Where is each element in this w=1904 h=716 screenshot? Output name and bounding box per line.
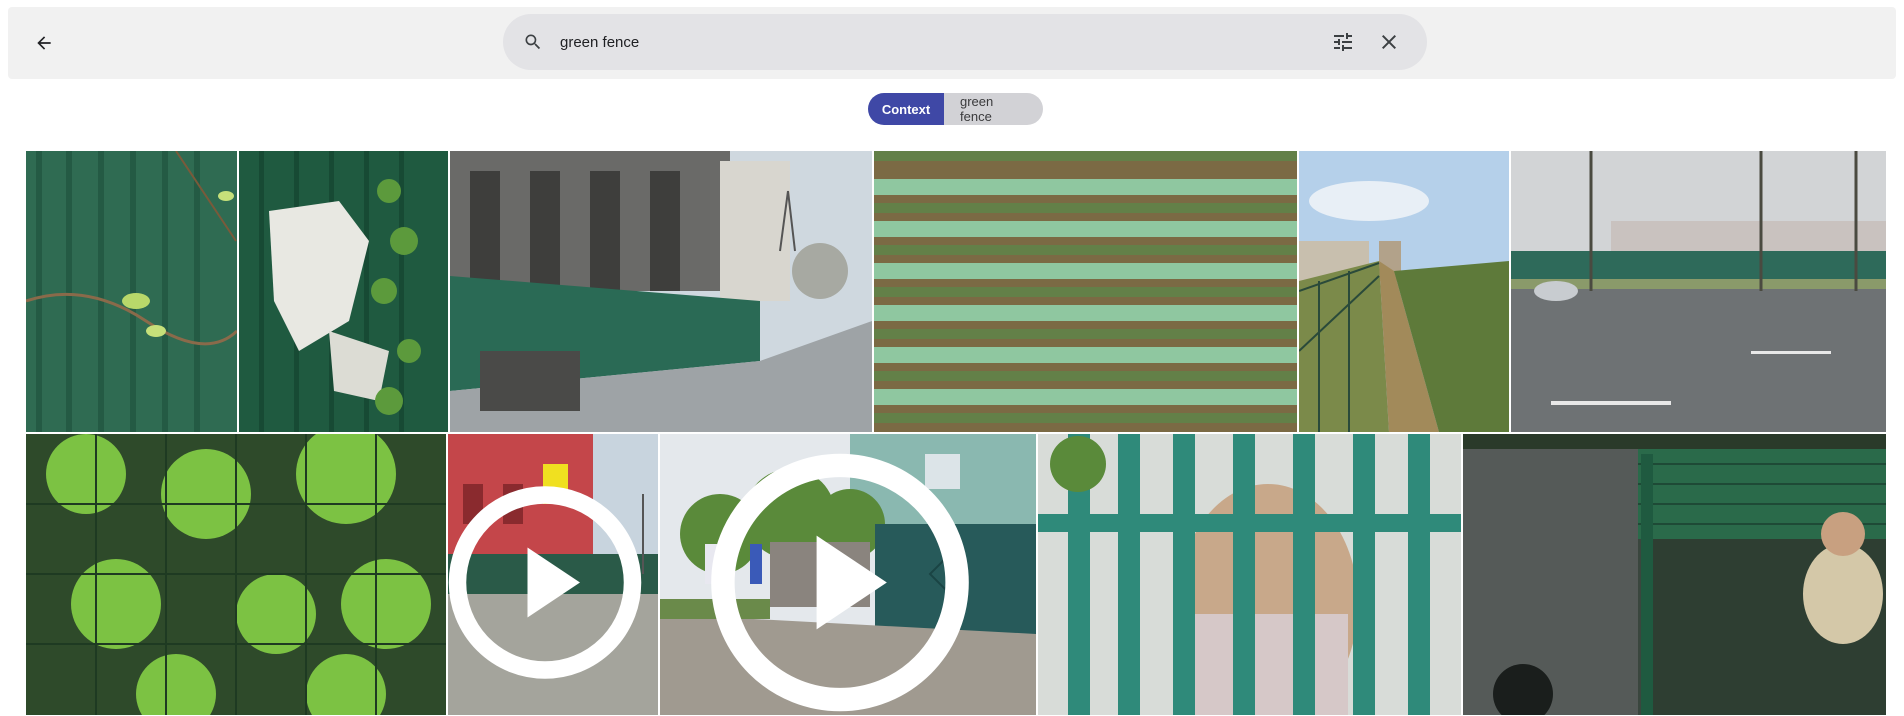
clear-search-button[interactable]: [1377, 30, 1401, 54]
photo-tile[interactable]: [26, 434, 446, 715]
photo-image: [1038, 434, 1461, 715]
photo-tile[interactable]: [26, 151, 237, 432]
search-icon: [525, 34, 541, 50]
photo-tile[interactable]: [450, 151, 872, 432]
photo-image: [239, 151, 448, 432]
photo-tile[interactable]: [660, 434, 1036, 715]
arrow-left-icon: [37, 36, 51, 50]
photo-tile[interactable]: [1038, 434, 1461, 715]
chip-context[interactable]: Context: [868, 93, 944, 125]
photo-image: [1299, 151, 1509, 432]
back-button[interactable]: [30, 29, 58, 57]
photo-tile[interactable]: [448, 434, 658, 715]
top-bar: [8, 7, 1896, 79]
photo-image: [26, 434, 446, 715]
video-play-icon: [448, 486, 642, 679]
photo-tile[interactable]: [1299, 151, 1509, 432]
search-input[interactable]: [560, 28, 1260, 56]
photo-tile[interactable]: [874, 151, 1297, 432]
chip-green-fence[interactable]: green fence: [944, 93, 1043, 125]
filter-chips: Context green fence: [868, 93, 1043, 125]
photo-image: [874, 151, 1297, 432]
photo-image: [1511, 151, 1886, 432]
tune-icon: [1334, 33, 1352, 51]
video-play-icon: [711, 453, 969, 712]
photo-image: [26, 151, 237, 432]
close-icon: [1382, 35, 1396, 49]
photo-tile[interactable]: [239, 151, 448, 432]
photo-image: [1463, 434, 1886, 715]
search-options-button[interactable]: [1331, 30, 1355, 54]
photo-tile[interactable]: [1463, 434, 1886, 715]
search-bar[interactable]: [503, 14, 1427, 70]
photo-tile[interactable]: [1511, 151, 1886, 432]
photo-image: [450, 151, 872, 432]
